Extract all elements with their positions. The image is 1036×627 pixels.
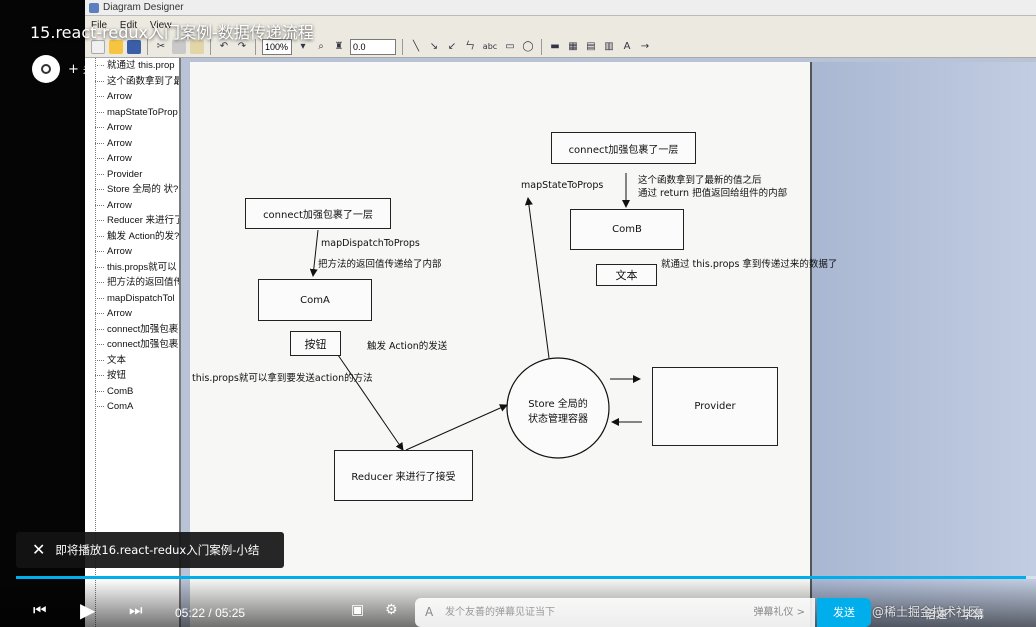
next-video-label[interactable]: 即将播放16.react-redux入门案例-小结 (55, 542, 259, 558)
avatar-logo-icon (41, 64, 51, 74)
time-display: 05:22 / 05:25 (175, 606, 245, 620)
func-got-label-2: 通过 return 把值返回给组件的内部 (638, 188, 788, 199)
button-box[interactable]: 按钮 (290, 331, 341, 356)
arrow-reducer-to-store (405, 404, 508, 451)
danmaku-style-icon[interactable]: A (425, 598, 433, 627)
follow-button[interactable]: + 关注 (68, 61, 103, 77)
text-box[interactable]: 文本 (596, 264, 657, 286)
danmaku-input[interactable]: A 发个友善的弹幕见证当下 弹幕礼仪 > (415, 598, 815, 627)
total-time: 05:25 (215, 606, 246, 620)
danmaku-settings-icon[interactable]: ⚙ (385, 603, 398, 617)
danmaku-etiquette-link[interactable]: 弹幕礼仪 > (753, 598, 805, 627)
props-method-label: this.props就可以拿到要发送action的方法 (192, 373, 373, 384)
pass-return-label: 把方法的返回值传递给了内部 (318, 259, 442, 270)
props-data-label: 就通过 this.props 拿到传递过来的数据了 (661, 259, 838, 270)
store-label-line2: 状态管理容器 (528, 414, 588, 425)
map-state-label: mapStateToProps (521, 180, 604, 191)
uploader-avatar[interactable] (32, 55, 60, 83)
follow-label: 关注 (82, 65, 103, 76)
previous-icon[interactable]: ⏮ (33, 603, 47, 618)
next-icon[interactable]: ⏭ (129, 603, 143, 618)
trigger-action-label: 触发 Action的发送 (367, 341, 448, 352)
arrow-store-to-mapstate (524, 197, 550, 359)
send-danmaku-button[interactable]: 发送 (817, 598, 871, 627)
connect-wrapper-right[interactable]: connect加强包裹了一层 (551, 132, 696, 164)
watermark: @稀土掘金技术社区 (872, 605, 981, 619)
current-time: 05:22 (175, 606, 206, 620)
video-title: 15.react-redux入门案例-数据传递流程 (30, 23, 314, 42)
time-separator: / (208, 606, 212, 620)
danmaku-placeholder: 发个友善的弹幕见证当下 (445, 607, 555, 618)
reducer-box[interactable]: Reducer 来进行了接受 (334, 450, 473, 501)
next-video-toast: ✕ 即将播放16.react-redux入门案例-小结 (16, 532, 284, 568)
play-icon[interactable]: ▶ (80, 600, 95, 620)
store-label-line1: Store 全局的 (528, 399, 588, 410)
provider-box[interactable]: Provider (652, 367, 778, 446)
func-got-label-1: 这个函数拿到了最新的值之后 (638, 175, 762, 186)
map-dispatch-label: mapDispatchToProps (321, 238, 420, 249)
danmaku-toggle-icon[interactable]: ▣ (351, 603, 364, 617)
video-frame: Diagram Designer File Edit View ✂ ↶ ↷ 10… (0, 0, 1036, 627)
comB-box[interactable]: ComB (570, 209, 684, 250)
plus-icon: + (68, 62, 79, 77)
comA-box[interactable]: ComA (258, 279, 372, 321)
close-icon[interactable]: ✕ (32, 542, 45, 558)
connect-wrapper-left[interactable]: connect加强包裹了一层 (245, 198, 391, 229)
